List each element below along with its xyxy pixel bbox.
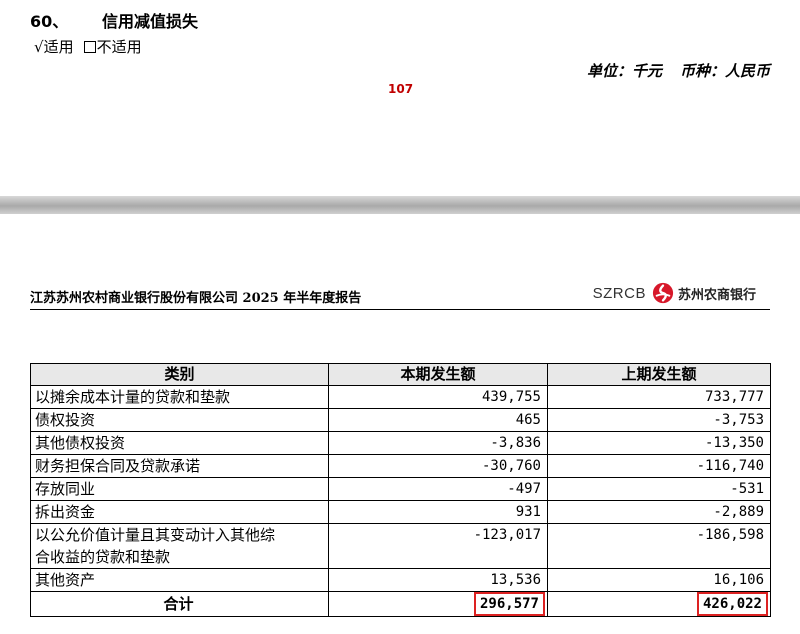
page-number: 107	[388, 82, 414, 96]
row-category: 以公允价值计量且其变动计入其他综 合收益的贷款和垫款	[30, 523, 329, 569]
row-category: 债权投资	[30, 408, 329, 432]
row-category-line: 合收益的贷款和垫款	[35, 548, 171, 566]
applicability-options: √适用 不适用	[34, 36, 142, 57]
total-current: 296,577	[473, 592, 545, 616]
table-header-row: 类别 本期发生额 上期发生额	[30, 363, 771, 386]
table-row: 其他资产 13,536 16,106	[30, 568, 771, 592]
row-previous: -2,889	[547, 500, 771, 524]
row-previous: 16,106	[547, 568, 771, 592]
table-row: 财务担保合同及贷款承诺 -30,760 -116,740	[30, 454, 771, 478]
total-previous: 426,022	[696, 592, 768, 616]
row-category: 其他债权投资	[30, 431, 329, 455]
total-label: 合计	[30, 591, 329, 617]
row-current: 13,536	[328, 568, 548, 592]
row-current: 931	[328, 500, 548, 524]
table-row: 以公允价值计量且其变动计入其他综 合收益的贷款和垫款 -123,017 -186…	[30, 523, 771, 569]
report-title: 江苏苏州农村商业银行股份有限公司 2025 年半年度报告	[30, 291, 362, 306]
row-current: -497	[328, 477, 548, 501]
table-row: 拆出资金 931 -2,889	[30, 500, 771, 524]
applicable-label: 适用	[43, 38, 74, 56]
total-previous-cell: 426,022	[547, 591, 771, 617]
unit-currency-line: 单位：千元 币种：人民币	[587, 60, 770, 81]
page-break	[0, 196, 800, 214]
row-category: 其他资产	[30, 568, 329, 592]
row-previous: -13,350	[547, 431, 771, 455]
row-category: 拆出资金	[30, 500, 329, 524]
brand-name: 苏州农商银行	[677, 287, 756, 303]
row-current: 465	[328, 408, 548, 432]
row-previous: -186,598	[547, 523, 771, 569]
section-number: 60、	[30, 12, 69, 31]
row-previous: 733,777	[547, 385, 771, 409]
header-previous-period: 上期发生额	[547, 363, 771, 386]
header-current-period: 本期发生额	[328, 363, 548, 386]
brand-code: SZRCB	[592, 284, 646, 302]
row-previous: -3,753	[547, 408, 771, 432]
total-current-cell: 296,577	[328, 591, 548, 617]
table-row: 其他债权投资 -3,836 -13,350	[30, 431, 771, 455]
empty-checkbox-icon	[83, 41, 96, 53]
row-previous: -116,740	[547, 454, 771, 478]
bank-logo-icon	[652, 282, 674, 304]
table-row: 以摊余成本计量的贷款和垫款 439,755 733,777	[30, 385, 771, 409]
previous-page-fragment: 60、 信用减值损失 √适用 不适用 单位：千元 币种：人民币 107	[0, 0, 800, 196]
row-current: -3,836	[328, 431, 548, 455]
not-applicable-label: 不适用	[96, 38, 142, 56]
bank-brand: SZRCB 苏州农商银行	[593, 281, 756, 305]
row-category: 存放同业	[30, 477, 329, 501]
unit-label: 单位：千元	[586, 62, 662, 80]
section-heading: 60、 信用减值损失	[30, 8, 198, 32]
header-category: 类别	[30, 363, 329, 386]
row-previous: -531	[547, 477, 771, 501]
row-current: -123,017	[328, 523, 548, 569]
credit-impairment-table: 类别 本期发生额 上期发生额 以摊余成本计量的贷款和垫款 439,755 733…	[30, 363, 771, 617]
total-row: 合计 296,577 426,022	[30, 591, 771, 617]
table-row: 债权投资 465 -3,753	[30, 408, 771, 432]
row-category-line: 以公允价值计量且其变动计入其他综	[35, 526, 276, 544]
table-row: 存放同业 -497 -531	[30, 477, 771, 501]
check-mark-icon: √	[34, 38, 44, 56]
row-current: 439,755	[328, 385, 548, 409]
row-current: -30,760	[328, 454, 548, 478]
section-title: 信用减值损失	[102, 12, 199, 31]
next-page-fragment: 江苏苏州农村商业银行股份有限公司 2025 年半年度报告 SZRCB 苏州农商银…	[0, 214, 800, 634]
row-category: 财务担保合同及贷款承诺	[30, 454, 329, 478]
row-category: 以摊余成本计量的贷款和垫款	[30, 385, 329, 409]
currency-label: 币种：人民币	[679, 62, 770, 80]
header-divider	[30, 309, 770, 310]
